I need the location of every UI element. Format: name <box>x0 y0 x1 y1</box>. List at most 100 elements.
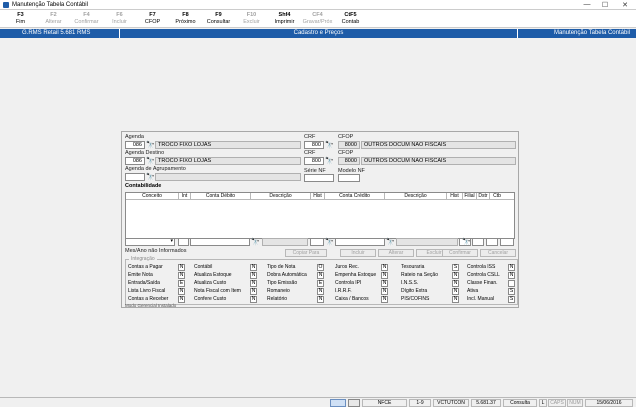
ctb-input[interactable] <box>500 238 514 246</box>
function-toolbar: F3 Fim F2 Alterar F4 Confirmar F6 Incluir F7… <box>0 10 636 28</box>
tipo-de-nota-flag[interactable]: O <box>317 264 324 271</box>
controla-csll-flag[interactable]: N <box>508 272 515 279</box>
status-mode: Consulta <box>503 399 537 407</box>
tipo-de-nota-label: Tipo de Nota <box>267 264 296 270</box>
conta-credito-input[interactable] <box>335 238 385 246</box>
classe-finan-label: Classe Finan. <box>467 280 498 286</box>
crf-destino-input[interactable]: 800 <box>304 157 324 165</box>
contas-a-pagar-flag[interactable]: N <box>178 264 185 271</box>
serie-nf-input[interactable] <box>304 174 334 182</box>
tesouraria-label: Tesouraria <box>401 264 425 270</box>
contabil-flag[interactable]: N <box>250 264 257 271</box>
pis-cofins-flag[interactable]: N <box>452 296 459 303</box>
agenda-destino-code-input[interactable]: 086 <box>125 157 145 165</box>
dobra-automatica-flag[interactable]: N <box>317 272 324 279</box>
toolbar-alterar-button[interactable]: F2 Alterar <box>37 10 70 27</box>
agenda-destino-label: Agenda Destino <box>125 150 165 156</box>
toolbar-imprimir-button[interactable]: Shf4 Imprimir <box>268 10 301 27</box>
atualiza-custo-flag[interactable]: N <box>250 280 257 287</box>
caixa-bancos-flag[interactable]: N <box>381 296 388 303</box>
filial-input[interactable] <box>472 238 484 246</box>
toolbar-excluir-button[interactable]: F10 Excluir <box>235 10 268 27</box>
relatorio-label: Relatório <box>267 296 288 302</box>
hist-credito-search-icon[interactable]: 🔭 <box>462 239 471 246</box>
entrada-saida-flag[interactable]: E <box>178 280 185 287</box>
emite-nota-flag[interactable]: N <box>178 272 185 279</box>
alterar-button[interactable]: Alterar <box>378 249 414 257</box>
confirmar-button[interactable]: Confirmar <box>442 249 478 257</box>
close-icon[interactable]: ✕ <box>614 0 636 10</box>
toolbar-contab-button[interactable]: CtF5 Contab <box>334 10 367 27</box>
relatorio-flag[interactable]: N <box>317 296 324 303</box>
incl-manual-flag[interactable]: S <box>508 296 515 303</box>
toolbar-incluir-button[interactable]: F6 Incluir <box>103 10 136 27</box>
maximize-icon[interactable]: ☐ <box>596 0 614 10</box>
irrf-label: I.R.R.F. <box>335 288 352 294</box>
crf-input[interactable]: 800 <box>304 141 324 149</box>
tipo-emissao-flag[interactable]: E <box>317 280 324 287</box>
juros-rec-flag[interactable]: N <box>381 264 388 271</box>
int-input[interactable] <box>178 238 189 246</box>
inss-flag[interactable]: N <box>452 280 459 287</box>
toolbar-fim-button[interactable]: F3 Fim <box>4 10 37 27</box>
modelo-nf-input[interactable] <box>338 174 360 182</box>
agenda-agrupamento-code-input[interactable] <box>125 173 145 181</box>
agenda-code-input[interactable]: 086 <box>125 141 145 149</box>
contas-a-receber-flag[interactable]: N <box>178 296 185 303</box>
irrf-flag[interactable]: N <box>381 288 388 295</box>
hist-debito-input[interactable] <box>310 238 324 246</box>
document-icon <box>348 399 360 407</box>
romaneio-flag[interactable]: N <box>317 288 324 295</box>
crf-search-icon[interactable]: 🔭 <box>325 142 334 149</box>
agenda-agrupamento-search-icon[interactable]: 🔭 <box>146 174 155 181</box>
lista-livro-fiscal-flag[interactable]: N <box>178 288 185 295</box>
caixa-bancos-label: Caixa / Bancos <box>335 296 369 302</box>
conta-credito-search-icon[interactable]: 🔭 <box>386 239 395 246</box>
incluir-button[interactable]: Incluir <box>340 249 376 257</box>
controla-ipi-flag[interactable]: N <box>381 280 388 287</box>
dstr-input[interactable] <box>486 238 498 246</box>
status-bar: NFCE 1-9 VCTUTCON 5.681.37 Consulta L CA… <box>0 397 636 407</box>
crf-destino-search-icon[interactable]: 🔭 <box>325 158 334 165</box>
toolbar-consultar-button[interactable]: F9 Consultar <box>202 10 235 27</box>
cancelar-button[interactable]: Cancelar <box>480 249 516 257</box>
copiar-para-button[interactable]: Copiar Para <box>285 249 327 257</box>
crf-destino-label: CRF <box>304 150 316 156</box>
toolbar-cfop-button[interactable]: F7 CFOP <box>136 10 169 27</box>
col-filial: Filial <box>463 193 477 199</box>
contas-a-receber-label: Contas a Receber <box>128 296 169 302</box>
tesouraria-flag[interactable]: S <box>452 264 459 271</box>
rateio-na-secao-flag[interactable]: N <box>452 272 459 279</box>
confere-custo-flag[interactable]: N <box>250 296 257 303</box>
hist-debito-search-icon[interactable]: 🔭 <box>325 239 334 246</box>
crf-label: CRF <box>304 134 316 140</box>
contabilidade-grid[interactable]: Conceito Int Conta Débito Descrição Hist… <box>125 192 515 239</box>
dobra-automatica-label: Dobra Automática <box>267 272 307 278</box>
col-hist-debito: Hist <box>311 193 325 199</box>
toolbar-proximo-button[interactable]: F8 Próximo <box>169 10 202 27</box>
screen-name-label: Manutenção Tabela Contábil <box>554 30 630 36</box>
controla-iss-flag[interactable]: N <box>508 264 515 271</box>
conta-debito-input[interactable] <box>190 238 250 246</box>
ativa-flag[interactable]: S <box>508 288 515 295</box>
status-num: NUM <box>567 399 583 407</box>
toolbar-confirmar-button[interactable]: F4 Confirmar <box>70 10 103 27</box>
ativa-label: Ativa <box>467 288 479 294</box>
col-dstr: Dstr <box>477 193 490 199</box>
controla-ipi-label: Controla IPI <box>335 280 362 286</box>
conta-debito-search-icon[interactable]: 🔭 <box>251 239 260 246</box>
conceito-select[interactable]: ▾ <box>125 238 175 246</box>
descricao-credito-field <box>396 238 458 246</box>
empenha-estoque-flag[interactable]: N <box>381 272 388 279</box>
minimize-icon[interactable]: — <box>578 0 596 10</box>
contabilidade-title: Contabilidade <box>125 183 162 189</box>
classe-finan-flag[interactable] <box>508 280 515 287</box>
toolbar-gravar-proximo-button[interactable]: CF4 Gravar/Próx <box>301 10 334 27</box>
agenda-search-icon[interactable]: 🔭 <box>146 142 155 149</box>
agenda-destino-search-icon[interactable]: 🔭 <box>146 158 155 165</box>
atualiza-estoque-flag[interactable]: N <box>250 272 257 279</box>
nota-fiscal-com-item-flag[interactable]: N <box>250 288 257 295</box>
col-descricao-debito: Descrição <box>251 193 311 199</box>
col-hist-credito: Hist <box>447 193 463 199</box>
digito-extra-flag[interactable]: N <box>452 288 459 295</box>
